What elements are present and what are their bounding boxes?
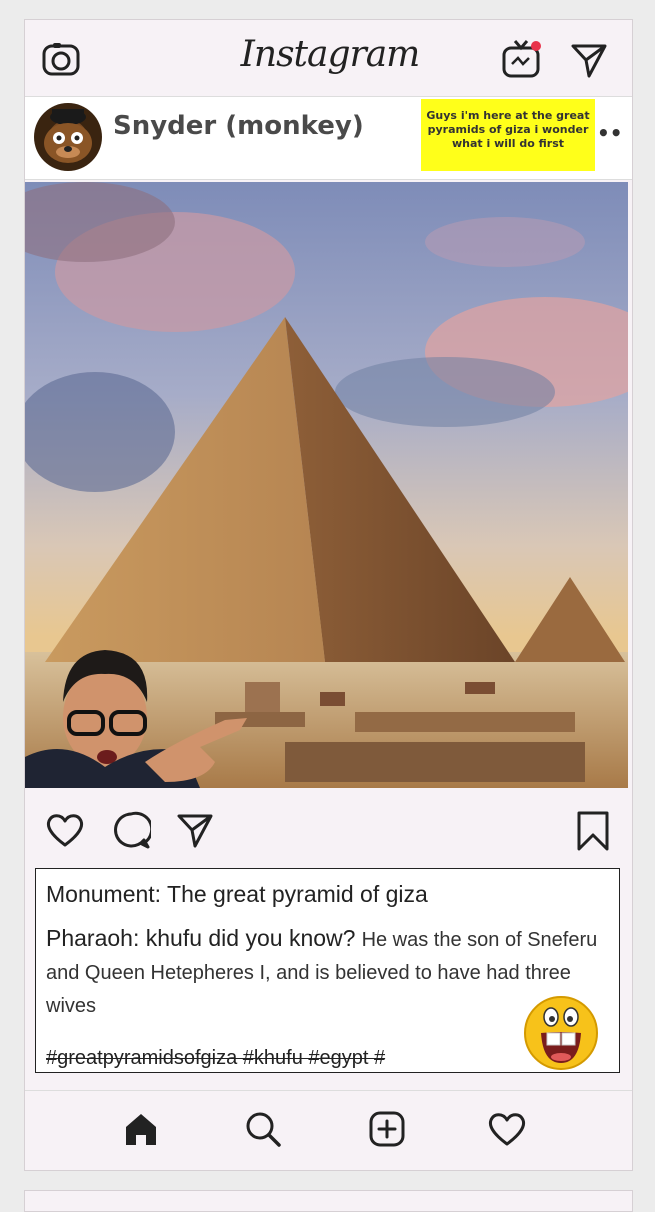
comment-icon[interactable] <box>111 810 151 850</box>
caption-box: Monument: The great pyramid of giza Phar… <box>35 868 620 1073</box>
post-username[interactable]: Snyder (monkey) <box>113 111 364 141</box>
monument-text: Monument: The great pyramid of giza <box>46 881 428 907</box>
post-actions <box>25 810 632 860</box>
home-icon[interactable] <box>121 1109 161 1149</box>
camera-icon[interactable] <box>41 40 81 80</box>
post-photo[interactable] <box>25 182 628 788</box>
notification-dot <box>531 41 541 51</box>
fact-lead: Pharaoh: khufu did you know? <box>46 925 356 951</box>
next-post-edge <box>24 1190 633 1212</box>
caption-sticky-note: Guys i'm here at the great pyramids of g… <box>421 99 595 171</box>
bottom-navigation <box>25 1090 632 1171</box>
hashtags[interactable]: #greatpyramidsofgiza #khufu #egypt # <box>46 1047 385 1070</box>
instagram-logo: Instagram <box>240 34 421 75</box>
instagram-post-frame: Instagram Snyder (monkey) Guys i'm here … <box>24 19 633 1171</box>
bookmark-icon[interactable] <box>573 810 613 852</box>
heart-icon[interactable] <box>45 810 85 850</box>
more-options-icon[interactable]: •• <box>597 121 623 145</box>
share-icon[interactable] <box>175 810 215 850</box>
laughing-emoji-sticker <box>521 991 601 1071</box>
direct-message-icon[interactable] <box>569 40 609 80</box>
avatar[interactable] <box>34 103 102 171</box>
top-bar: Instagram <box>25 20 632 97</box>
activity-heart-icon[interactable] <box>487 1109 527 1149</box>
new-post-icon[interactable] <box>367 1109 407 1149</box>
search-icon[interactable] <box>243 1109 283 1149</box>
igtv-icon[interactable] <box>501 38 543 80</box>
post-header: Snyder (monkey) Guys i'm here at the gre… <box>25 97 632 180</box>
